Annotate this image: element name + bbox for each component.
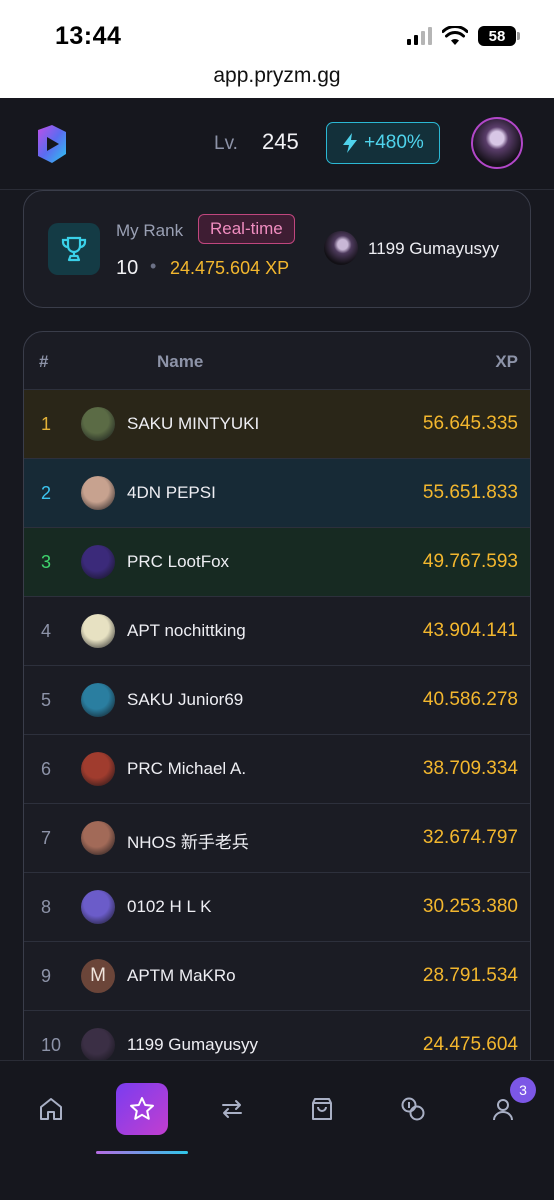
- player-xp: 43.904.141: [422, 620, 518, 641]
- address-bar[interactable]: app.pryzm.gg: [0, 64, 554, 88]
- app-header: Lv. 245 +480%: [0, 98, 554, 190]
- player-avatar: [81, 545, 115, 579]
- player-xp: 40.586.278: [422, 689, 518, 710]
- row-rank: 1: [41, 414, 52, 434]
- row-rank: 8: [41, 897, 52, 917]
- player-xp: 32.674.797: [422, 827, 518, 848]
- star-icon[interactable]: [116, 1083, 168, 1135]
- player-avatar: [81, 614, 115, 648]
- player-xp: 56.645.335: [422, 413, 518, 434]
- row-rank: 5: [41, 690, 52, 710]
- lightning-icon: [343, 133, 358, 153]
- boost-value: +480%: [364, 132, 424, 153]
- browser-chrome: 13:44 58 app.pryzm.gg: [0, 0, 554, 98]
- coins-icon[interactable]: [387, 1083, 439, 1135]
- player-xp: 28.791.534: [422, 965, 518, 986]
- player-name: NHOS 新手老兵: [127, 833, 249, 852]
- row-rank: 10: [41, 1035, 62, 1055]
- rank-separator: •: [150, 256, 157, 276]
- leaderboard-row[interactable]: 1 SAKU MINTYUKI 56.645.335: [24, 390, 530, 459]
- cellular-signal-icon: [407, 27, 432, 45]
- row-rank: 7: [41, 828, 52, 848]
- my-rank-card: My Rank Real-time 10 • 24.475.604 XP 119…: [23, 190, 531, 308]
- player-xp: 55.651.833: [422, 482, 518, 503]
- player-name: 4DN PEPSI: [127, 483, 216, 502]
- active-tab-indicator: [96, 1151, 188, 1154]
- trophy-icon: [48, 223, 100, 275]
- level-value: 245: [262, 129, 299, 154]
- leaderboard-header: # Name XP: [24, 332, 530, 390]
- status-icons: 58: [407, 26, 520, 46]
- header-name: Name: [157, 352, 204, 371]
- player-name: SAKU MINTYUKI: [127, 414, 260, 433]
- header-xp: XP: [495, 352, 518, 371]
- row-rank: 4: [41, 621, 52, 641]
- my-rank-xp: 24.475.604 XP: [170, 258, 290, 278]
- header-rank: #: [39, 352, 49, 371]
- player-name: PRC Michael A.: [127, 759, 247, 778]
- realtime-badge: Real-time: [198, 214, 295, 244]
- player-avatar: [81, 890, 115, 924]
- leaderboard-row[interactable]: 7 NHOS 新手老兵 32.674.797: [24, 804, 530, 873]
- battery-icon: 58: [478, 26, 520, 46]
- my-avatar: [324, 231, 358, 265]
- leaderboard-row[interactable]: 3 PRC LootFox 49.767.593: [24, 528, 530, 597]
- player-xp: 24.475.604: [422, 1034, 518, 1055]
- status-time: 13:44: [55, 22, 122, 50]
- notification-badge: 3: [510, 1077, 536, 1103]
- player-xp: 30.253.380: [422, 896, 518, 917]
- row-rank: 9: [41, 966, 52, 986]
- player-avatar: [81, 407, 115, 441]
- xp-boost-badge[interactable]: +480%: [326, 122, 440, 164]
- player-name: SAKU Junior69: [127, 690, 244, 709]
- player-avatar: [81, 1028, 115, 1062]
- level-label: Lv.: [214, 133, 238, 154]
- player-name: PRC LootFox: [127, 552, 230, 571]
- my-rank-number: 10: [116, 257, 139, 279]
- player-avatar: [81, 476, 115, 510]
- leaderboard-row[interactable]: 4 APT nochittking 43.904.141: [24, 597, 530, 666]
- player-avatar: [81, 821, 115, 855]
- my-rank-label: My Rank: [116, 221, 184, 240]
- pryzm-logo-icon[interactable]: [34, 124, 70, 164]
- leaderboard-row[interactable]: 5 SAKU Junior69 40.586.278: [24, 666, 530, 735]
- player-name: 0102 H L K: [127, 897, 212, 916]
- home-icon[interactable]: [25, 1083, 77, 1135]
- player-xp: 38.709.334: [422, 758, 518, 779]
- player-xp: 49.767.593: [422, 551, 518, 572]
- swap-icon[interactable]: [206, 1083, 258, 1135]
- profile-avatar[interactable]: [471, 117, 523, 169]
- my-player-name: 1199 Gumayusyy: [368, 239, 500, 258]
- row-rank: 2: [41, 483, 52, 503]
- shop-bag-icon[interactable]: [296, 1083, 348, 1135]
- leaderboard-row[interactable]: 9 M APTM MaKRo 28.791.534: [24, 942, 530, 1011]
- leaderboard-row[interactable]: 6 PRC Michael A. 38.709.334: [24, 735, 530, 804]
- leaderboard-row[interactable]: 8 0102 H L K 30.253.380: [24, 873, 530, 942]
- player-avatar: [81, 752, 115, 786]
- player-avatar: [81, 683, 115, 717]
- wifi-icon: [442, 26, 468, 45]
- player-name: 1199 Gumayusyy: [127, 1035, 259, 1054]
- row-rank: 6: [41, 759, 52, 779]
- player-name: APT nochittking: [127, 621, 246, 640]
- row-rank: 3: [41, 552, 52, 572]
- player-avatar: M: [81, 959, 115, 993]
- player-name: APTM MaKRo: [127, 966, 236, 985]
- bottom-nav: 3: [0, 1060, 554, 1200]
- leaderboard-row[interactable]: 2 4DN PEPSI 55.651.833: [24, 459, 530, 528]
